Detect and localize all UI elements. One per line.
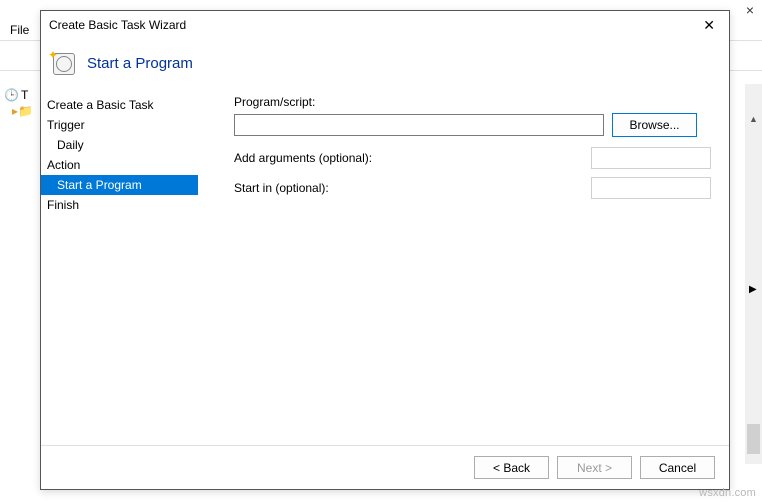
nav-finish[interactable]: Finish [41,195,198,215]
browse-button[interactable]: Browse... [612,113,697,137]
cancel-button[interactable]: Cancel [640,456,715,479]
nav-daily[interactable]: Daily [41,135,198,155]
bg-close-icon[interactable]: × [746,2,754,18]
next-button: Next > [557,456,632,479]
page-heading: Start a Program [87,55,193,72]
nav-create-basic-task[interactable]: Create a Basic Task [41,95,198,115]
bg-tree-panel: 🕒 T ▸📁 [0,84,40,484]
wizard-dialog: Create Basic Task Wizard ✕ ✦ Start a Pro… [40,10,730,490]
program-script-input[interactable] [234,114,604,136]
wizard-nav: Create a Basic Task Trigger Daily Action… [41,95,198,465]
dialog-title: Create Basic Task Wizard [49,18,186,32]
nav-action[interactable]: Action [41,155,198,175]
bg-right-scrollbar[interactable]: ▲ ▶ [745,84,762,464]
clock-icon: 🕒 [4,88,19,102]
dialog-titlebar: Create Basic Task Wizard ✕ [41,11,729,39]
startin-input[interactable] [591,177,711,199]
close-icon[interactable]: ✕ [697,17,721,34]
star-icon: ✦ [48,48,58,62]
arguments-row: Add arguments (optional): [234,147,711,169]
wizard-icon: ✦ [51,51,75,75]
arguments-input[interactable] [591,147,711,169]
scroll-expand-icon[interactable]: ▶ [749,284,757,295]
scroll-up-icon[interactable]: ▲ [749,114,758,124]
nav-start-a-program[interactable]: Start a Program [41,175,198,195]
watermark: wsxdn.com [699,487,756,499]
dialog-footer: < Back Next > Cancel [41,445,729,489]
tree-root-item[interactable]: 🕒 T [4,88,36,102]
dialog-header: ✦ Start a Program [41,39,729,95]
startin-label: Start in (optional): [234,181,329,195]
dialog-body: Create a Basic Task Trigger Daily Action… [41,95,729,465]
nav-trigger[interactable]: Trigger [41,115,198,135]
startin-row: Start in (optional): [234,177,711,199]
tree-child-item[interactable]: ▸📁 [4,104,36,118]
program-script-label: Program/script: [234,95,711,109]
folder-icon: ▸📁 [12,104,33,118]
arguments-label: Add arguments (optional): [234,151,372,165]
wizard-form: Program/script: Browse... Add arguments … [198,95,729,465]
menu-file[interactable]: File [10,23,29,37]
program-script-row: Program/script: Browse... [234,95,711,137]
scroll-thumb[interactable] [747,424,760,454]
back-button[interactable]: < Back [474,456,549,479]
tree-root-label: T [21,88,28,102]
